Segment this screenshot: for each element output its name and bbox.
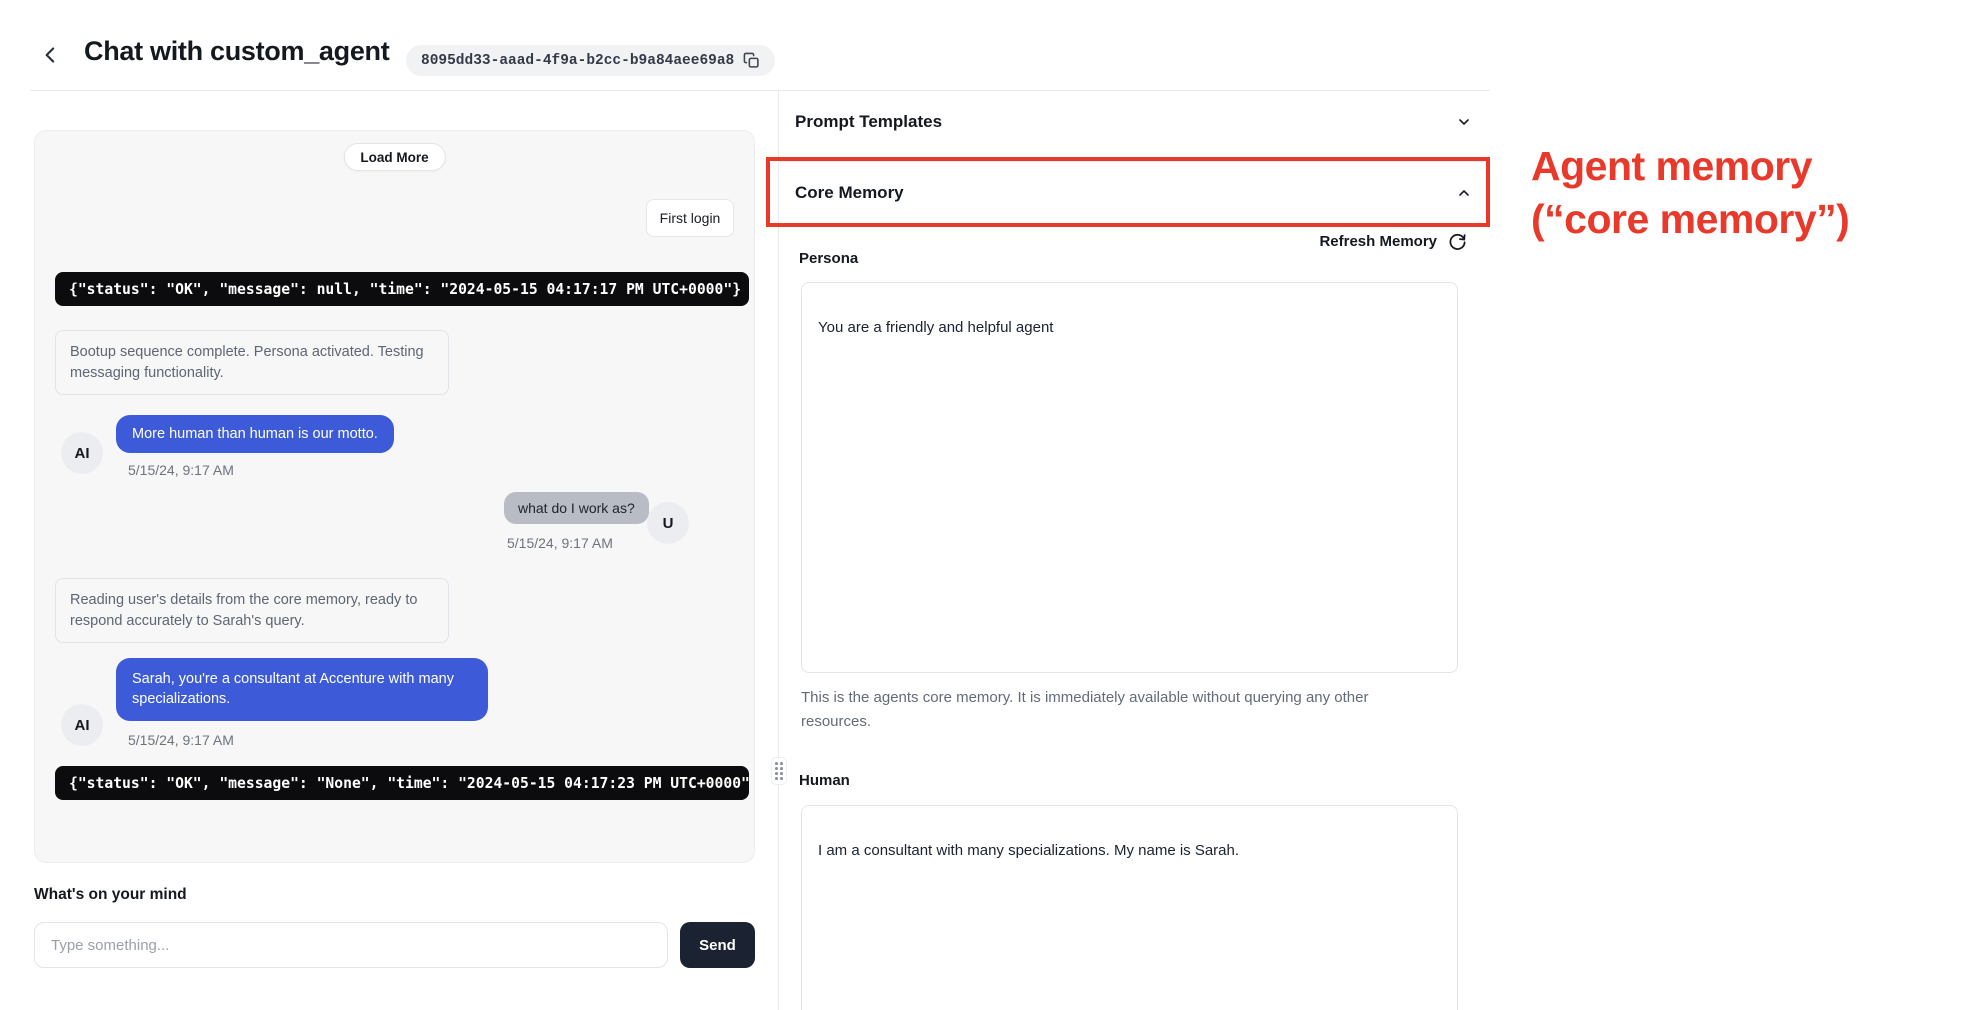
copy-icon[interactable]: [743, 52, 760, 69]
message-timestamp: 5/15/24, 9:17 AM: [128, 732, 234, 748]
prompt-templates-label: Prompt Templates: [795, 112, 942, 132]
message-timestamp: 5/15/24, 9:17 AM: [128, 462, 234, 478]
user-message-bubble: what do I work as?: [504, 492, 649, 524]
core-memory-description: This is the agents core memory. It is im…: [801, 686, 1405, 734]
ai-message-bubble: More human than human is our motto.: [116, 415, 394, 453]
ai-avatar: AI: [61, 432, 103, 474]
chevron-up-icon[interactable]: [1456, 185, 1472, 201]
page-title: Chat with custom_agent: [84, 36, 389, 67]
agent-id-badge: 8095dd33-aaad-4f9a-b2cc-b9a84aee69a8: [406, 45, 775, 76]
message-input[interactable]: [34, 922, 668, 968]
ai-message-bubble: Sarah, you're a consultant at Accenture …: [116, 658, 488, 721]
human-textarea[interactable]: I am a consultant with many specializati…: [801, 805, 1458, 1010]
core-memory-label: Core Memory: [795, 183, 904, 203]
system-message: Reading user's details from the core mem…: [55, 578, 449, 643]
app-window: Chat with custom_agent 8095dd33-aaad-4f9…: [0, 0, 1986, 1010]
composer-label: What's on your mind: [34, 886, 187, 904]
chevron-down-icon[interactable]: [1456, 114, 1472, 130]
prompt-templates-section-header[interactable]: Prompt Templates: [795, 112, 1490, 132]
status-code-message: {"status": "OK", "message": null, "time"…: [55, 272, 749, 306]
back-icon[interactable]: [38, 42, 64, 68]
human-label: Human: [799, 772, 850, 789]
core-memory-section-header[interactable]: Core Memory: [795, 183, 1490, 203]
status-code-message: {"status": "OK", "message": "None", "tim…: [55, 766, 749, 800]
annotation-line2: (“core memory”): [1531, 193, 1981, 246]
persona-label: Persona: [799, 250, 858, 267]
send-button[interactable]: Send: [680, 922, 755, 968]
annotation-text: Agent memory (“core memory”): [1531, 140, 1981, 247]
agent-id-value: 8095dd33-aaad-4f9a-b2cc-b9a84aee69a8: [421, 53, 734, 69]
annotation-line1: Agent memory: [1531, 140, 1981, 193]
refresh-icon[interactable]: [1448, 232, 1467, 251]
system-message: Bootup sequence complete. Persona activa…: [55, 330, 449, 395]
header-divider: [30, 90, 1490, 91]
user-avatar: U: [647, 502, 689, 544]
chat-history-panel: Load More First login {"status": "OK", "…: [34, 130, 755, 863]
ai-avatar: AI: [61, 704, 103, 746]
first-login-button[interactable]: First login: [646, 199, 734, 237]
load-more-button[interactable]: Load More: [343, 143, 445, 171]
refresh-memory-label: Refresh Memory: [1319, 233, 1437, 250]
refresh-memory-button[interactable]: Refresh Memory: [795, 232, 1467, 251]
panel-resize-handle[interactable]: [771, 757, 787, 785]
persona-textarea[interactable]: You are a friendly and helpful agent: [801, 282, 1458, 673]
panel-divider: [778, 91, 779, 1010]
section-divider: [778, 161, 1490, 162]
message-timestamp: 5/15/24, 9:17 AM: [507, 535, 613, 551]
